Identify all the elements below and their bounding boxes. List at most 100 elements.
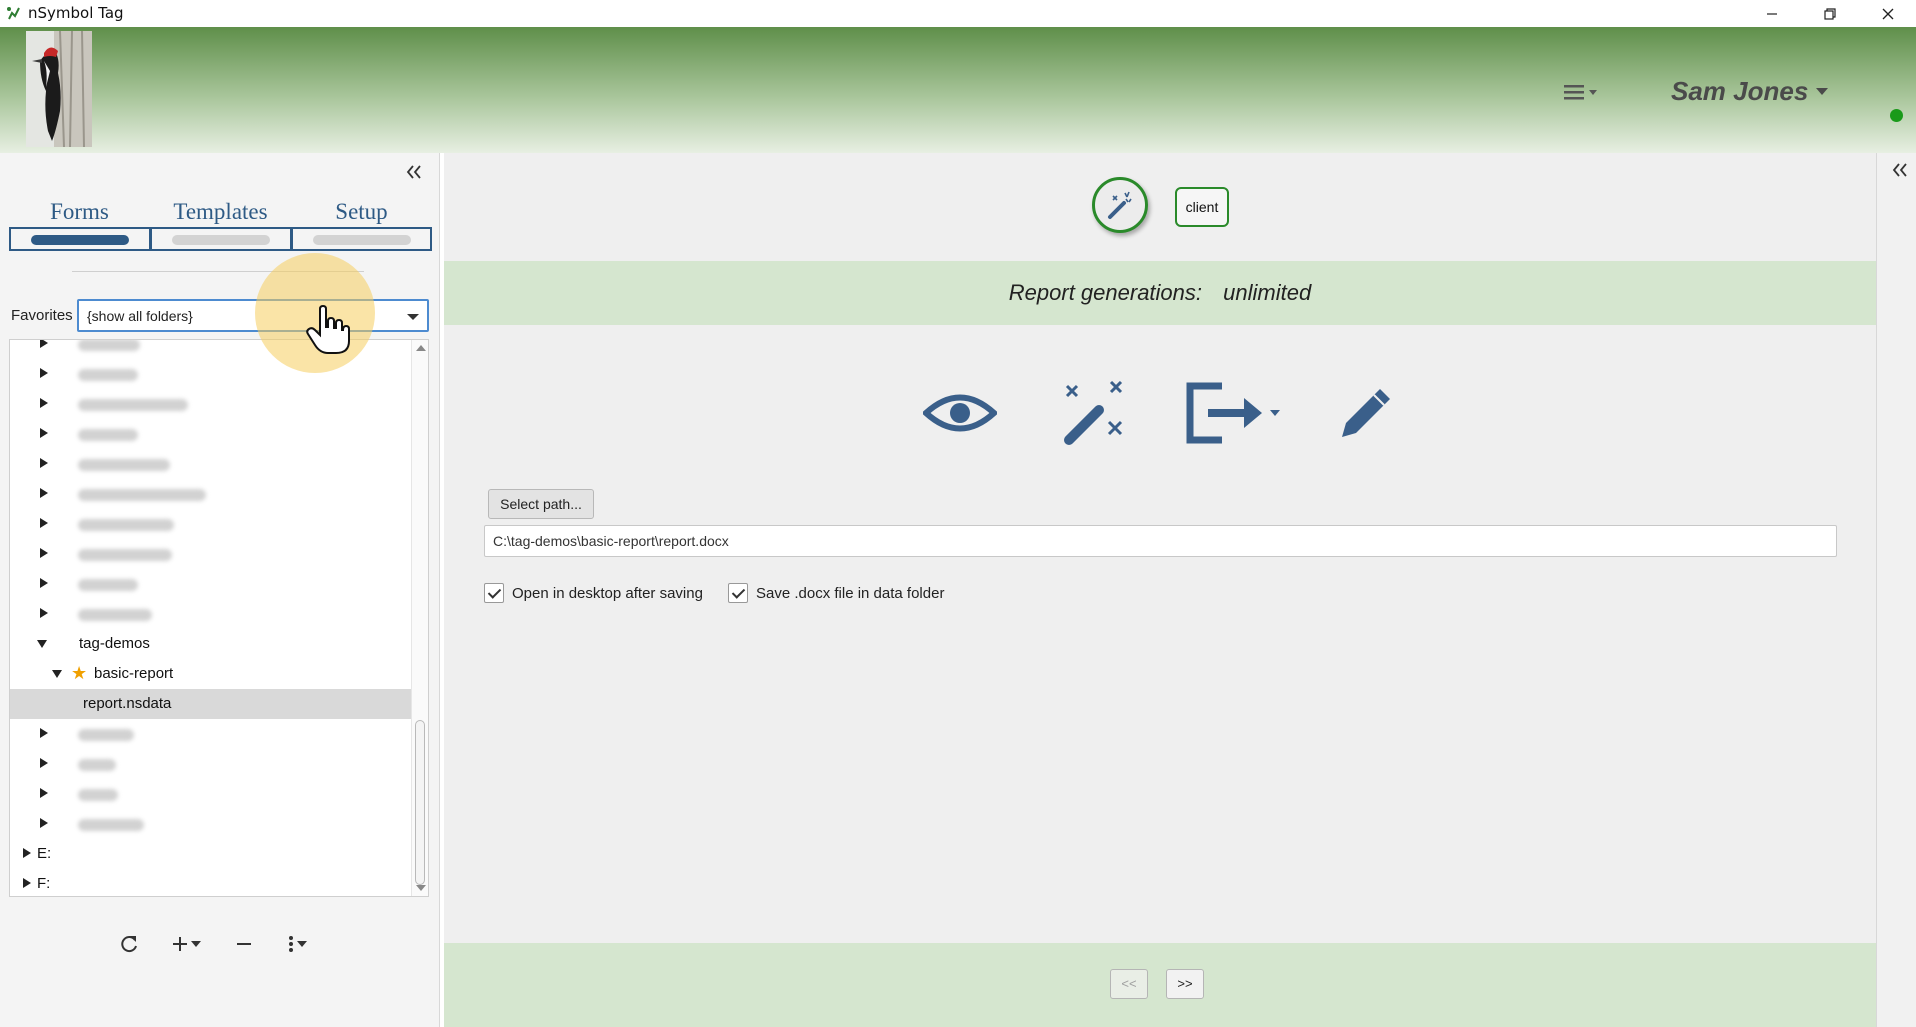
- tree-folder-row[interactable]: [10, 809, 413, 839]
- edit-button[interactable]: [1326, 363, 1406, 463]
- title-bar: nSymbol Tag: [0, 0, 1916, 27]
- tree-folder-row[interactable]: [10, 419, 413, 449]
- collapse-arrow-icon[interactable]: [52, 670, 62, 678]
- tab-templates[interactable]: Templates: [150, 197, 291, 251]
- expand-arrow-icon[interactable]: [40, 428, 48, 438]
- collapse-arrow-icon[interactable]: [37, 640, 47, 648]
- export-menu-button[interactable]: [1180, 363, 1288, 463]
- tree-file-report-nsdata[interactable]: report.nsdata: [10, 689, 413, 719]
- expand-right-panel-button[interactable]: [1891, 161, 1909, 185]
- vertical-dots-icon: [289, 936, 293, 952]
- minus-icon: [237, 943, 251, 945]
- previous-button[interactable]: <<: [1110, 969, 1148, 999]
- expand-arrow-icon[interactable]: [40, 340, 48, 348]
- left-sidebar: Forms Templates Setup Favorites {show al…: [0, 153, 440, 1027]
- user-name-label: Sam Jones: [1671, 76, 1809, 106]
- expand-arrow-icon[interactable]: [40, 818, 48, 828]
- client-button[interactable]: client: [1175, 187, 1229, 227]
- online-status-indicator: [1890, 109, 1903, 122]
- add-menu-button[interactable]: [170, 929, 202, 959]
- hamburger-menu-icon: [1564, 85, 1597, 100]
- folder-tree[interactable]: tag-demos ★ basic-report report.nsdata E…: [9, 339, 429, 897]
- preview-button[interactable]: [920, 363, 1000, 463]
- tree-folder-row[interactable]: [10, 479, 413, 509]
- expand-arrow-icon[interactable]: [40, 368, 48, 378]
- expand-arrow-icon[interactable]: [40, 488, 48, 498]
- pencil-icon: [1342, 389, 1390, 437]
- tab-setup[interactable]: Setup: [291, 197, 432, 251]
- user-menu[interactable]: Sam Jones: [1671, 76, 1829, 107]
- expand-arrow-icon[interactable]: [40, 758, 48, 768]
- tree-drive-e[interactable]: E:: [10, 839, 413, 869]
- window-title: nSymbol Tag: [28, 4, 124, 22]
- close-button[interactable]: [1860, 0, 1916, 27]
- navigation-footer: << >>: [444, 943, 1876, 1027]
- open-desktop-checkbox[interactable]: Open in desktop after saving: [484, 583, 703, 603]
- chevron-down-icon: [1816, 87, 1829, 95]
- report-generations-value: unlimited: [1223, 280, 1312, 305]
- right-collapsed-panel: [1876, 153, 1916, 1027]
- tree-folder-row[interactable]: [10, 359, 413, 389]
- more-options-button[interactable]: [286, 929, 308, 959]
- restore-icon: [1824, 7, 1836, 20]
- tree-folder-row[interactable]: [10, 389, 413, 419]
- woodpecker-logo: [26, 31, 92, 147]
- tree-folder-row[interactable]: [10, 719, 413, 749]
- tree-folder-row[interactable]: [10, 749, 413, 779]
- tree-folder-row[interactable]: [10, 779, 413, 809]
- generate-mode-button[interactable]: [1092, 177, 1148, 233]
- select-path-button[interactable]: Select path...: [488, 489, 594, 519]
- tab-forms[interactable]: Forms: [9, 197, 150, 251]
- tree-folder-label: basic-report: [94, 665, 174, 682]
- tree-scrollbar[interactable]: [411, 340, 428, 896]
- expand-arrow-icon[interactable]: [23, 878, 31, 888]
- next-button[interactable]: >>: [1166, 969, 1204, 999]
- expand-arrow-icon[interactable]: [40, 458, 48, 468]
- dropdown-arrow-icon: [407, 314, 419, 320]
- scroll-down-icon[interactable]: [416, 885, 426, 891]
- plus-icon: [173, 937, 187, 951]
- expand-arrow-icon[interactable]: [40, 608, 48, 618]
- tree-folder-row[interactable]: [10, 569, 413, 599]
- expand-arrow-icon[interactable]: [40, 518, 48, 528]
- expand-arrow-icon[interactable]: [40, 398, 48, 408]
- report-generations-label: Report generations:: [1008, 280, 1203, 305]
- app-icon: [7, 7, 20, 20]
- report-generations-banner: Report generations: unlimited: [444, 261, 1876, 325]
- menu-button[interactable]: [1562, 79, 1602, 105]
- magic-wand-icon: [1108, 191, 1132, 219]
- refresh-icon: [121, 936, 137, 953]
- remove-button[interactable]: [234, 929, 254, 959]
- tree-folder-tag-demos[interactable]: tag-demos: [10, 629, 413, 659]
- expand-arrow-icon[interactable]: [40, 788, 48, 798]
- tree-folder-row[interactable]: [10, 449, 413, 479]
- expand-arrow-icon[interactable]: [23, 848, 31, 858]
- tab-setup-label: Setup: [335, 199, 388, 224]
- sidebar-tabs: Forms Templates Setup: [9, 197, 432, 251]
- checkbox-checked-icon[interactable]: [484, 583, 504, 603]
- checkbox-checked-icon[interactable]: [728, 583, 748, 603]
- tree-folder-row[interactable]: [10, 539, 413, 569]
- action-toolbar: [444, 363, 1876, 463]
- tree-folder-basic-report[interactable]: ★ basic-report: [10, 659, 413, 689]
- export-icon: [1186, 382, 1280, 444]
- favorites-dropdown[interactable]: {show all folders}: [77, 299, 429, 332]
- tree-folder-row[interactable]: [10, 599, 413, 629]
- eye-icon: [923, 394, 997, 432]
- save-docx-checkbox[interactable]: Save .docx file in data folder: [728, 583, 944, 603]
- output-path-field[interactable]: [484, 525, 1837, 557]
- favorite-star-icon[interactable]: ★: [71, 663, 87, 684]
- collapse-left-panel-button[interactable]: [405, 163, 429, 183]
- minimize-button[interactable]: [1744, 0, 1800, 27]
- restore-button[interactable]: [1802, 0, 1858, 27]
- tree-drive-f[interactable]: F:: [10, 869, 413, 896]
- scroll-up-icon[interactable]: [416, 345, 426, 351]
- tree-folder-row[interactable]: [10, 509, 413, 539]
- chevron-down-icon: [297, 941, 307, 947]
- expand-arrow-icon[interactable]: [40, 728, 48, 738]
- expand-arrow-icon[interactable]: [40, 548, 48, 558]
- expand-arrow-icon[interactable]: [40, 578, 48, 588]
- generate-report-button[interactable]: [1054, 363, 1134, 463]
- scrollbar-thumb[interactable]: [415, 720, 425, 885]
- refresh-button[interactable]: [118, 929, 140, 959]
